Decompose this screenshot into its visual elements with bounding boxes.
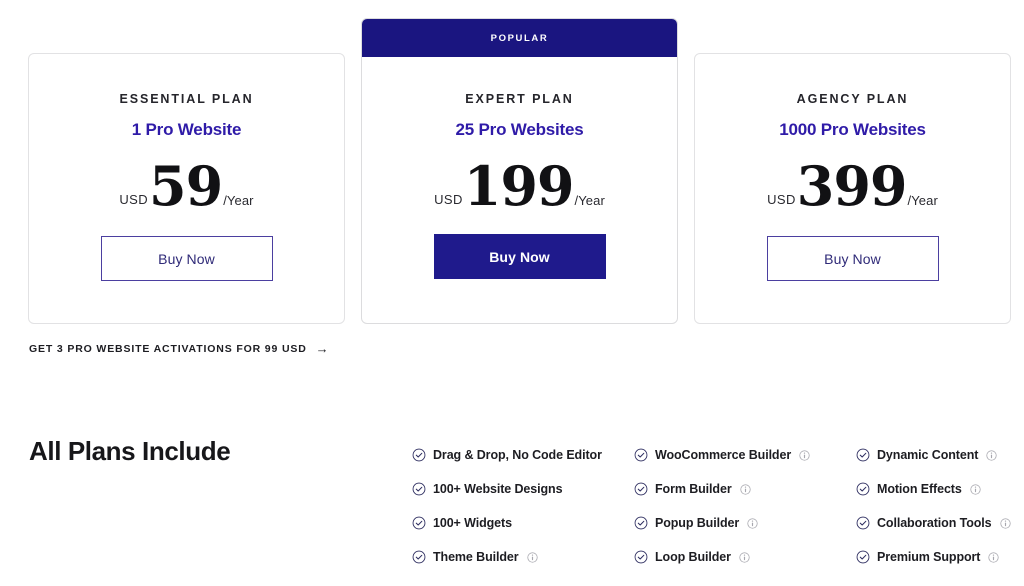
check-circle-icon — [412, 550, 426, 564]
check-circle-icon — [856, 516, 870, 530]
info-icon[interactable] — [969, 483, 981, 495]
feature-label: 100+ Widgets — [433, 516, 512, 530]
feature-label: Form Builder — [655, 482, 732, 496]
plan-card-expert[interactable]: POPULAR EXPERT PLAN 25 Pro Websites USD … — [361, 18, 678, 324]
feature-label: Theme Builder — [433, 550, 519, 564]
feature-item: Form Builder — [634, 472, 856, 506]
feature-label: Motion Effects — [877, 482, 962, 496]
price-period: /Year — [223, 193, 254, 208]
feature-label: WooCommerce Builder — [655, 448, 792, 462]
feature-column-1: Drag & Drop, No Code Editor 100+ Website … — [412, 438, 634, 574]
info-icon[interactable] — [987, 551, 999, 563]
plan-price: USD 59 /Year — [119, 154, 254, 218]
plan-name: AGENCY PLAN — [796, 92, 909, 106]
plan-card-body: AGENCY PLAN 1000 Pro Websites USD 399 /Y… — [695, 54, 1010, 323]
info-icon[interactable] — [746, 517, 758, 529]
feature-item: Collaboration Tools — [856, 506, 1024, 540]
check-circle-icon — [412, 448, 426, 462]
feature-item: 100+ Widgets — [412, 506, 634, 540]
check-circle-icon — [856, 482, 870, 496]
plan-sites: 1000 Pro Websites — [779, 120, 926, 139]
price-period: /Year — [907, 193, 938, 208]
plan-name: EXPERT PLAN — [465, 92, 574, 106]
feature-label: Drag & Drop, No Code Editor — [433, 448, 602, 462]
info-icon[interactable] — [985, 449, 997, 461]
price-amount: 199 — [463, 154, 575, 218]
feature-item: Motion Effects — [856, 472, 1024, 506]
info-icon[interactable] — [739, 483, 751, 495]
feature-item: Dynamic Content — [856, 438, 1024, 472]
feature-item: Drag & Drop, No Code Editor — [412, 438, 634, 472]
plan-card-agency[interactable]: AGENCY PLAN 1000 Pro Websites USD 399 /Y… — [694, 53, 1011, 324]
feature-item: Popup Builder — [634, 506, 856, 540]
check-circle-icon — [634, 448, 648, 462]
info-icon[interactable] — [999, 517, 1011, 529]
feature-label: 100+ Website Designs — [433, 482, 563, 496]
buy-now-button-expert[interactable]: Buy Now — [433, 234, 606, 280]
price-currency: USD — [434, 192, 463, 207]
feature-label: Dynamic Content — [877, 448, 979, 462]
buy-now-button-essential[interactable]: Buy Now — [100, 236, 273, 282]
plan-sites: 25 Pro Websites — [455, 120, 584, 139]
promo-link-label: GET 3 PRO WEBSITE ACTIVATIONS FOR 99 USD — [29, 342, 307, 355]
feature-item: WooCommerce Builder — [634, 438, 856, 472]
feature-label: Premium Support — [877, 550, 981, 564]
info-icon[interactable] — [526, 551, 538, 563]
section-title: All Plans Include — [29, 436, 231, 466]
plan-card-essential[interactable]: ESSENTIAL PLAN 1 Pro Website USD 59 /Yea… — [28, 53, 345, 324]
check-circle-icon — [634, 516, 648, 530]
price-amount: 59 — [149, 154, 223, 218]
plan-card-body: EXPERT PLAN 25 Pro Websites USD 199 /Yea… — [362, 57, 677, 323]
feature-label: Loop Builder — [655, 550, 731, 564]
check-circle-icon — [412, 516, 426, 530]
feature-item: Loop Builder — [634, 540, 856, 574]
info-icon[interactable] — [738, 551, 750, 563]
buy-now-button-agency[interactable]: Buy Now — [766, 236, 939, 282]
feature-column-3: Dynamic Content Motion Effects Collaborati… — [856, 438, 1024, 574]
plan-price: USD 199 /Year — [434, 154, 605, 218]
feature-item: 100+ Website Designs — [412, 472, 634, 506]
popular-badge: POPULAR — [362, 19, 677, 57]
feature-item: Premium Support — [856, 540, 1024, 574]
feature-columns: Drag & Drop, No Code Editor 100+ Website … — [412, 438, 1024, 574]
feature-label: Popup Builder — [655, 516, 740, 530]
price-currency: USD — [767, 192, 796, 207]
promo-activations-link[interactable]: GET 3 PRO WEBSITE ACTIVATIONS FOR 99 USD… — [29, 342, 330, 355]
plan-sites: 1 Pro Website — [131, 120, 242, 139]
price-amount: 399 — [796, 154, 908, 218]
check-circle-icon — [634, 482, 648, 496]
feature-column-2: WooCommerce Builder Form Builder Popup Bui… — [634, 438, 856, 574]
all-plans-include-section: All Plans Include Drag & Drop, No Code E… — [0, 430, 1024, 586]
feature-item: Theme Builder — [412, 540, 634, 574]
pricing-plans: ESSENTIAL PLAN 1 Pro Website USD 59 /Yea… — [0, 0, 1024, 330]
check-circle-icon — [856, 550, 870, 564]
feature-label: Collaboration Tools — [877, 516, 992, 530]
pricing-page: ESSENTIAL PLAN 1 Pro Website USD 59 /Yea… — [0, 0, 1024, 586]
price-currency: USD — [119, 192, 149, 207]
plan-name: ESSENTIAL PLAN — [119, 92, 254, 106]
check-circle-icon — [856, 448, 870, 462]
check-circle-icon — [412, 482, 426, 496]
price-period: /Year — [574, 193, 605, 208]
info-icon[interactable] — [798, 449, 810, 461]
arrow-right-icon: → — [315, 341, 330, 356]
plan-price: USD 399 /Year — [767, 154, 938, 218]
check-circle-icon — [634, 550, 648, 564]
plan-card-body: ESSENTIAL PLAN 1 Pro Website USD 59 /Yea… — [29, 54, 344, 323]
